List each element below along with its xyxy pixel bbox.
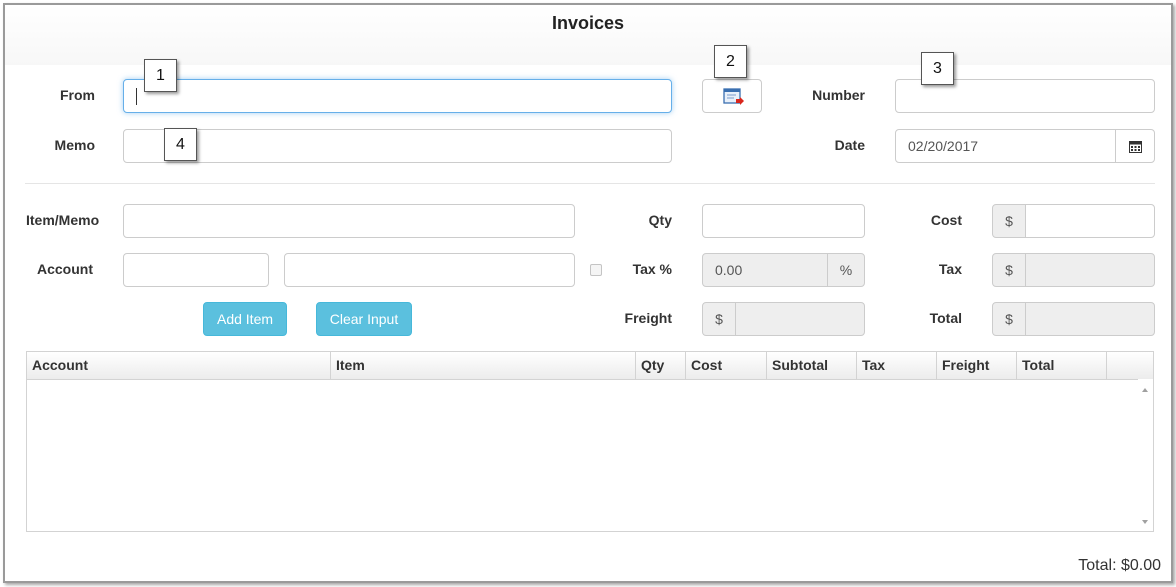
account-label: Account [37,261,93,277]
from-input[interactable] [123,79,672,113]
tax-checkbox[interactable] [590,264,602,276]
column-total[interactable]: Total [1017,352,1107,379]
clear-input-button[interactable]: Clear Input [316,302,412,336]
tax-label: Tax [938,261,962,277]
add-item-button[interactable]: Add Item [203,302,287,336]
account-name-input[interactable] [284,253,575,287]
freight-currency-addon: $ [702,302,736,336]
scroll-down-icon[interactable] [1142,520,1148,524]
invoice-total: Total: $0.00 [1078,557,1161,574]
section-divider [25,183,1155,184]
calendar-icon [1128,140,1142,153]
cost-currency-addon: $ [992,204,1026,238]
grid-scrollbar[interactable] [1138,379,1153,531]
column-freight[interactable]: Freight [937,352,1017,379]
cost-label: Cost [930,212,962,228]
qty-input[interactable] [702,204,865,238]
total-input [1025,302,1155,336]
date-picker-button[interactable] [1115,129,1155,163]
callout-2: 2 [714,45,747,78]
from-label: From [60,87,95,103]
cost-input[interactable] [1025,204,1155,238]
grid-header: Account Item Qty Cost Subtotal Tax Freig… [27,352,1153,380]
callout-4: 4 [164,128,197,161]
callout-1: 1 [144,59,177,92]
tax-currency-addon: $ [992,253,1026,287]
callout-3: 3 [921,52,954,85]
scroll-up-icon[interactable] [1142,388,1148,392]
memo-input[interactable] [123,129,672,163]
column-tax[interactable]: Tax [857,352,937,379]
tax-percent-value: 0.00 [715,262,743,278]
column-item[interactable]: Item [331,352,636,379]
date-label: Date [834,137,865,153]
lookup-button[interactable] [702,79,762,113]
tax-percent-label: Tax % [632,261,672,277]
column-cost[interactable]: Cost [686,352,767,379]
number-label: Number [812,87,865,103]
tax-percent-input[interactable]: 0.00 [702,253,828,287]
qty-label: Qty [648,212,672,228]
text-cursor [136,88,137,105]
account-code-input[interactable] [123,253,269,287]
tax-amount-input [1025,253,1155,287]
item-memo-input[interactable] [123,204,575,238]
form-arrow-icon [723,88,744,105]
total-label: Total [929,310,962,326]
column-subtotal[interactable]: Subtotal [767,352,857,379]
date-input[interactable]: 02/20/2017 [895,129,1116,163]
column-qty[interactable]: Qty [636,352,686,379]
invoices-window: Invoices From Number Memo Date 02/20/201… [3,3,1173,583]
column-account[interactable]: Account [27,352,331,379]
freight-label: Freight [624,310,672,326]
memo-label: Memo [54,137,95,153]
page-title: Invoices [551,13,625,33]
line-items-grid[interactable]: Account Item Qty Cost Subtotal Tax Freig… [26,351,1154,532]
total-currency-addon: $ [992,302,1026,336]
item-memo-label: Item/Memo [26,212,100,228]
date-value: 02/20/2017 [908,138,979,154]
title-bar: Invoices [5,5,1171,65]
percent-addon: % [827,253,865,287]
freight-input[interactable] [735,302,865,336]
